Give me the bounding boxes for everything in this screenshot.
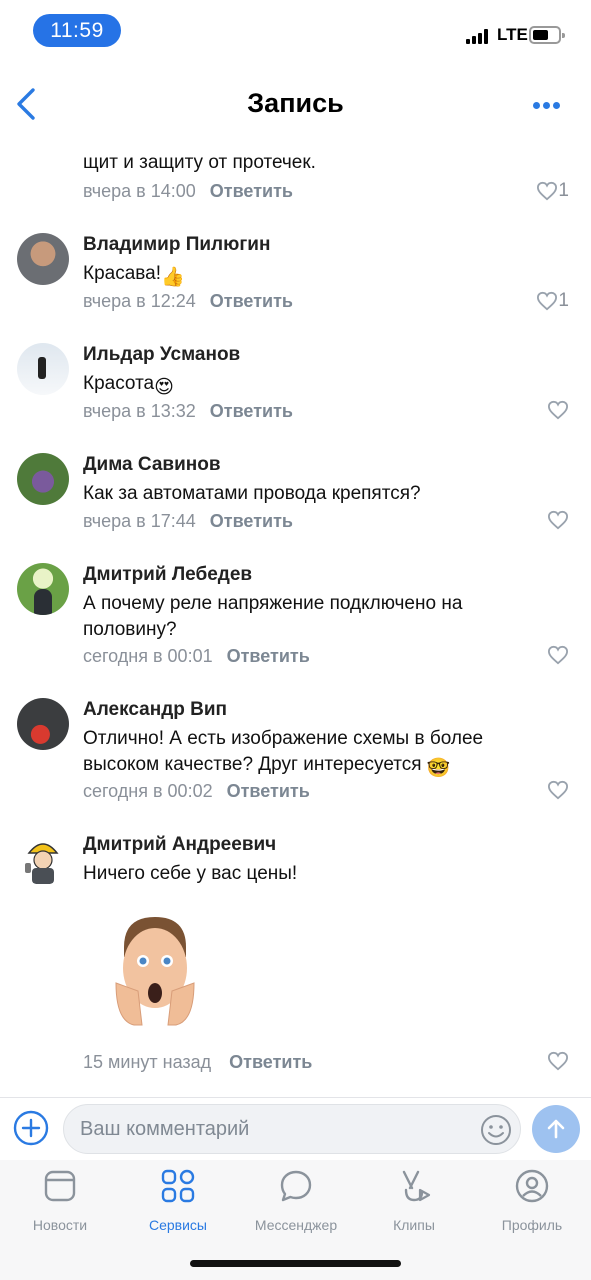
tab-label: Сервисы xyxy=(148,1217,207,1233)
comment-text: А почему реле напряжение подключено на п… xyxy=(83,593,463,640)
nav-header: Запись xyxy=(0,62,591,140)
status-time: 11:59 xyxy=(33,14,121,47)
heart-icon xyxy=(547,400,569,420)
profile-icon xyxy=(515,1169,549,1203)
comment-meta: сегодня в 00:02 Ответить xyxy=(83,781,310,802)
heart-icon xyxy=(537,291,558,311)
reply-button[interactable]: Ответить xyxy=(210,291,293,311)
comment-time: сегодня в 00:02 xyxy=(83,781,213,801)
like-button[interactable]: 1 xyxy=(536,180,569,202)
comment-text: щит и защиту от протечек. xyxy=(83,152,316,173)
nerd-emoji: 🤓 xyxy=(426,758,451,779)
avatar[interactable] xyxy=(17,343,69,395)
home-indicator xyxy=(190,1260,401,1267)
messenger-icon xyxy=(280,1170,312,1202)
services-icon xyxy=(161,1169,195,1203)
like-button[interactable] xyxy=(547,645,569,665)
reply-button[interactable]: Ответить xyxy=(210,401,293,421)
comment-text: Как за автоматами провода крепятся? xyxy=(83,483,421,504)
comment-author[interactable]: Александр Вип xyxy=(83,699,227,721)
news-icon xyxy=(44,1170,76,1202)
reply-button[interactable]: Ответить xyxy=(210,181,293,201)
comment-time: вчера в 14:00 xyxy=(83,181,196,201)
comment-meta: вчера в 12:24 Ответить xyxy=(83,291,293,312)
send-button[interactable] xyxy=(532,1105,580,1153)
heart-icon xyxy=(547,1051,569,1071)
comment-meta: вчера в 14:00 Ответить xyxy=(83,181,293,202)
comment-author[interactable]: Дима Савинов xyxy=(83,454,221,476)
network-label: LTE xyxy=(497,25,528,44)
comment-input-box xyxy=(63,1104,521,1154)
comments-list: щит и защиту от протечек. вчера в 14:00 О… xyxy=(0,140,591,1098)
tab-news[interactable]: Новости xyxy=(1,1168,119,1233)
comment-time: вчера в 12:24 xyxy=(83,291,196,311)
comment-text: Отлично! А есть изображение схемы в боле… xyxy=(83,726,553,782)
reply-button[interactable]: Ответить xyxy=(227,646,310,666)
comment-time: сегодня в 00:01 xyxy=(83,646,213,666)
heart-icon xyxy=(547,510,569,530)
arrow-up-icon xyxy=(547,1119,565,1139)
avatar[interactable] xyxy=(17,453,69,505)
comment-time: вчера в 13:32 xyxy=(83,401,196,421)
tab-label: Мессенджер xyxy=(254,1217,338,1233)
avatar[interactable] xyxy=(17,833,69,885)
like-button[interactable] xyxy=(547,1051,569,1071)
comment-author[interactable]: Дмитрий Лебедев xyxy=(83,564,252,586)
more-icon[interactable] xyxy=(533,102,561,110)
avatar[interactable] xyxy=(17,563,69,615)
tab-clips[interactable]: Клипы xyxy=(355,1168,473,1233)
like-count: 1 xyxy=(558,180,569,201)
tab-services[interactable]: Сервисы xyxy=(119,1168,237,1233)
comment-meta: вчера в 13:32 Ответить xyxy=(83,401,293,422)
battery-icon xyxy=(529,26,565,44)
add-attachment-icon[interactable] xyxy=(13,1110,49,1146)
tab-profile[interactable]: Профиль xyxy=(473,1168,591,1233)
comment-text: Ничего себе у вас цены! xyxy=(83,863,298,884)
comment-author[interactable]: Дмитрий Андреевич xyxy=(83,834,276,856)
tab-label: Профиль xyxy=(501,1217,563,1233)
like-button[interactable] xyxy=(547,780,569,800)
like-button[interactable] xyxy=(547,400,569,420)
comment-input[interactable] xyxy=(80,1105,470,1153)
comment-text: Красава!👍 xyxy=(83,261,553,291)
comment-meta: вчера в 17:44 Ответить xyxy=(83,511,293,532)
reply-button[interactable]: Ответить xyxy=(227,781,310,801)
comment-time: вчера в 17:44 xyxy=(83,511,196,531)
tab-messenger[interactable]: Мессенджер xyxy=(237,1168,355,1233)
reply-button[interactable]: Ответить xyxy=(210,511,293,531)
comment-meta: сегодня в 00:01 Ответить xyxy=(83,646,310,667)
tab-label: Новости xyxy=(32,1217,88,1233)
emoji-icon[interactable] xyxy=(480,1114,512,1146)
memoji-sticker xyxy=(112,913,198,1029)
like-button[interactable] xyxy=(547,510,569,530)
heart-icon xyxy=(547,645,569,665)
page-title: Запись xyxy=(247,88,344,118)
comment-text: Красота😍 xyxy=(83,371,553,401)
comment-author[interactable]: Владимир Пилюгин xyxy=(83,234,270,256)
avatar[interactable] xyxy=(17,233,69,285)
avatar[interactable] xyxy=(17,698,69,750)
reply-button[interactable]: Ответить xyxy=(229,1052,312,1072)
comment-time: 15 минут назад xyxy=(83,1052,212,1072)
comment-composer xyxy=(0,1097,591,1160)
comment-author[interactable]: Ильдар Усманов xyxy=(83,344,240,366)
like-button[interactable]: 1 xyxy=(536,290,569,312)
tab-label: Клипы xyxy=(393,1217,435,1233)
comment-meta: 15 минут назад Ответить xyxy=(83,1052,312,1073)
status-bar: 11:59 LTE xyxy=(0,0,591,62)
signal-icon xyxy=(466,28,492,44)
heart-icon xyxy=(537,181,558,201)
heart-eyes-emoji: 😍 xyxy=(154,377,174,398)
heart-icon xyxy=(547,780,569,800)
clips-icon xyxy=(402,1170,431,1202)
thumbs-up-emoji: 👍 xyxy=(161,267,185,288)
like-count: 1 xyxy=(558,290,569,311)
